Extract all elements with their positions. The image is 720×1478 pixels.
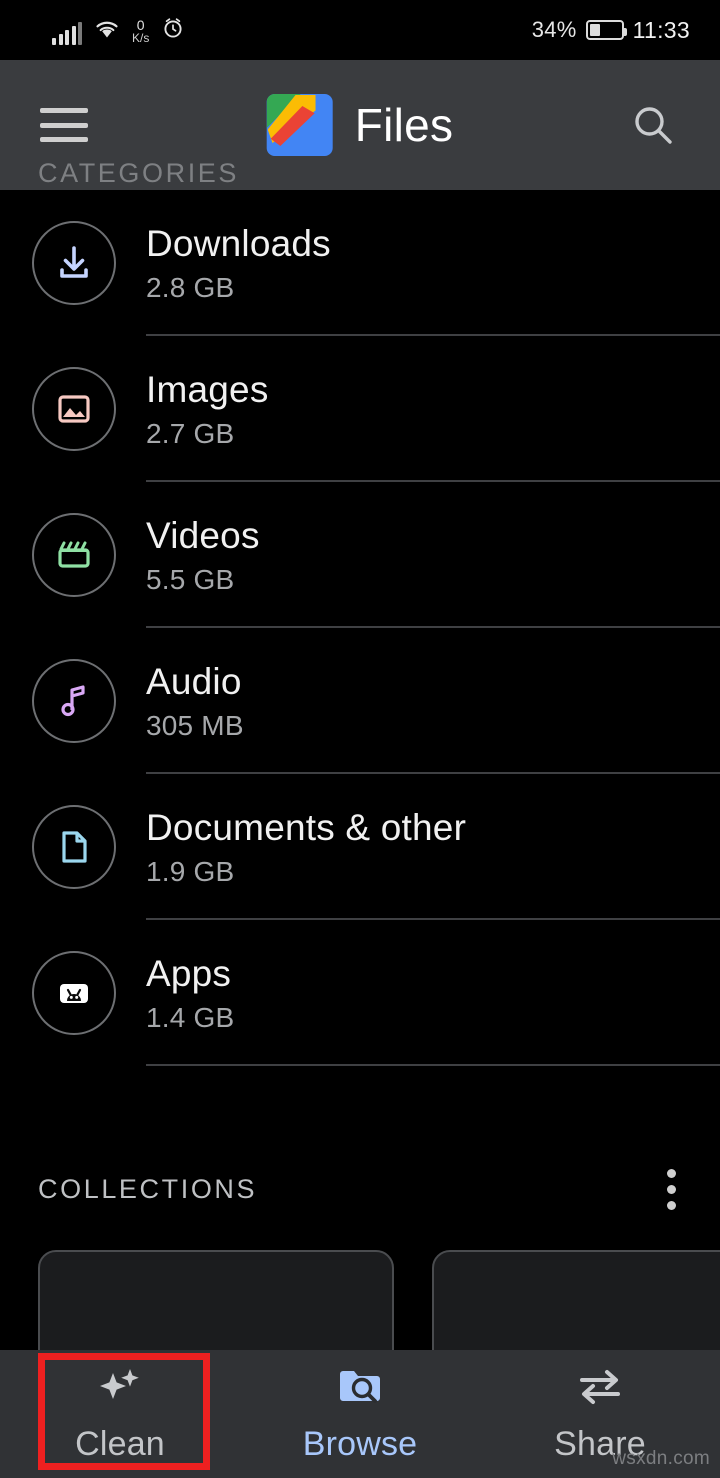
category-name: Apps [146,952,232,994]
network-speed-icon: 0 K/s [132,18,149,44]
files-app-logo [266,94,333,156]
hamburger-menu-icon[interactable] [40,108,88,142]
category-row-audio[interactable]: Audio 305 MB [0,628,720,774]
categories-section-label: CATEGORIES [38,158,240,188]
category-name: Downloads [146,222,331,264]
phone-screen: 0 K/s 34% 11:33 Files CATEGORIES Downloa… [0,0,720,1478]
network-speed-unit: K/s [132,30,150,45]
nav-tab-clean[interactable]: Clean [0,1350,240,1478]
nav-tab-label: Clean [75,1425,165,1463]
audio-icon [32,659,116,743]
category-size: 1.9 GB [146,855,235,887]
image-icon [32,367,116,451]
document-icon [32,805,116,889]
category-size: 305 MB [146,709,244,741]
collections-header: COLLECTIONS [0,1158,720,1220]
page-title: Files [354,99,454,151]
nav-tab-label: Browse [302,1425,418,1463]
category-row-apps[interactable]: Apps 1.4 GB [0,920,720,1066]
category-size: 5.5 GB [146,563,235,595]
clock-time: 11:33 [632,16,690,43]
alarm-icon [161,16,185,45]
category-row-images[interactable]: Images 2.7 GB [0,336,720,482]
more-options-icon[interactable] [667,1168,676,1210]
category-name: Images [146,368,269,410]
signal-icon [52,21,82,45]
app-brand: Files [266,94,454,156]
category-size: 1.4 GB [146,1001,235,1033]
category-name: Videos [146,514,260,556]
network-speed-value: 0 [136,16,145,33]
watermark: wsxdn.com [612,1448,710,1469]
android-apps-icon [32,951,116,1035]
category-row-videos[interactable]: Videos 5.5 GB [0,482,720,628]
category-row-downloads[interactable]: Downloads 2.8 GB [0,190,720,336]
battery-percent: 34% [531,17,577,42]
category-size: 2.8 GB [146,271,235,303]
category-size: 2.7 GB [146,417,235,449]
battery-icon [585,20,627,40]
collections-section-label: COLLECTIONS [38,1173,258,1204]
search-icon[interactable] [624,96,682,154]
folder-search-icon [335,1364,385,1415]
categories-list: Downloads 2.8 GB Images 2.7 GB Videos 5.… [0,190,720,1066]
category-name: Documents & other [146,806,467,848]
category-row-documents[interactable]: Documents & other 1.9 GB [0,774,720,920]
status-bar: 0 K/s 34% 11:33 [0,0,720,60]
share-swap-icon [574,1364,626,1415]
download-icon [32,221,116,305]
sparkle-clean-icon [95,1364,145,1415]
nav-tab-browse[interactable]: Browse [240,1350,480,1478]
wifi-icon [94,18,120,45]
video-icon [32,513,116,597]
list-divider [146,1064,720,1066]
category-name: Audio [146,660,242,702]
